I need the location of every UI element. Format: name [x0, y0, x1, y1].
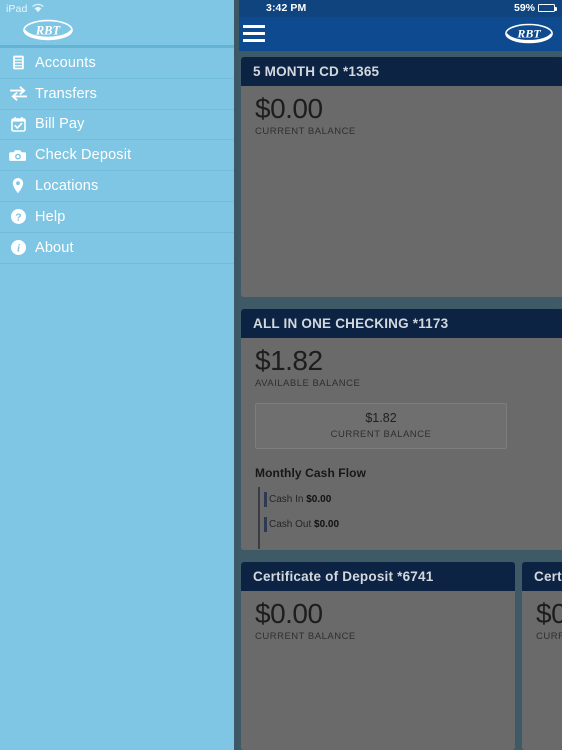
sidebar-item-help[interactable]: ? Help [0, 201, 234, 233]
account-card-certificate-of-deposit[interactable]: Certificate of Deposit *6741 $0.00 CURRE… [241, 562, 515, 750]
sidebar-item-label: Help [35, 208, 66, 225]
sidebar-status-bar: iPad [0, 0, 234, 17]
card-body: $0.00 CURRENT BALANCE [241, 591, 515, 750]
account-card-all-in-one-checking[interactable]: ALL IN ONE CHECKING *1173 $1.82 AVAILABL… [241, 309, 562, 550]
card-body: $0.00 CURRENT BALANCE [241, 86, 562, 297]
card-row: Certi $0. CURREN Certificate of Deposit … [234, 556, 562, 750]
balance-label: CURRENT BALANCE [255, 126, 356, 138]
cash-in-text: Cash In $0.00 [269, 494, 331, 505]
sidebar-header: RBT [0, 17, 234, 45]
cash-flow-axis [258, 487, 260, 550]
balance-label: CURRENT BALANCE [255, 631, 356, 643]
cash-out-bar [264, 517, 267, 533]
rbt-logo-sidebar: RBT [22, 18, 74, 47]
sidebar-item-label: Accounts [35, 54, 96, 71]
device-label: iPad [6, 2, 28, 15]
sidebar-item-about[interactable]: i About [0, 232, 234, 264]
current-balance-label: CURRENT BALANCE [330, 429, 432, 441]
balance-amount: $0.00 [255, 93, 323, 124]
sidebar-item-label: Bill Pay [35, 116, 85, 133]
sidebar-item-accounts[interactable]: Accounts [0, 48, 234, 79]
balance-amount-partial: $0. [536, 598, 562, 629]
svg-text:?: ? [15, 212, 21, 224]
cash-flow-row-out: Cash Out $0.00 [264, 512, 562, 537]
sidebar-menu: Accounts Transfers Bill Pay Check Deposi… [0, 48, 234, 264]
cash-flow-heading: Monthly Cash Flow [255, 466, 367, 481]
battery-indicator: 59% [513, 2, 557, 14]
question-circle-icon: ? [6, 208, 30, 225]
svg-text:RBT: RBT [516, 27, 541, 41]
sidebar-item-locations[interactable]: Locations [0, 171, 234, 202]
sidebar-item-transfers[interactable]: Transfers [0, 78, 234, 110]
balance-label-partial: CURREN [536, 631, 562, 643]
card-body: $1.82 AVAILABLE BALANCE $1.82 CURRENT BA… [241, 338, 562, 550]
balance-amount: $0.00 [255, 598, 323, 629]
card-header: 5 MONTH CD *1365 [241, 57, 562, 86]
battery-icon [538, 4, 557, 12]
cash-out-value: $0.00 [314, 519, 340, 531]
sidebar-item-label: Check Deposit [35, 147, 132, 164]
current-balance-box: $1.82 CURRENT BALANCE [255, 403, 507, 450]
battery-percent-label: 59% [513, 2, 535, 14]
card-row: 5 MONTH CD *1365 $0.00 CURRENT BALANCE [234, 51, 562, 303]
card-row: ALL IN ONE CHECKING *1173 $1.82 AVAILABL… [234, 303, 562, 556]
info-circle-icon: i [6, 239, 30, 256]
svg-text:RBT: RBT [35, 23, 62, 37]
accounts-stack-icon [6, 54, 30, 71]
sidebar-item-label: About [35, 239, 74, 256]
cash-flow-chart: Cash In $0.00 Cash Out $0.00 [255, 487, 562, 550]
app-root: iPad RBT Accounts Transfers Bill Pay Che… [0, 0, 562, 750]
camera-icon [6, 147, 30, 164]
card-body-partial: $0. CURREN [522, 591, 562, 750]
balance-label: AVAILABLE BALANCE [255, 378, 361, 390]
wifi-icon [32, 0, 45, 18]
account-card-certificate-partial[interactable]: Certi $0. CURREN [522, 562, 562, 750]
sidebar-item-label: Transfers [35, 85, 98, 102]
app-navigation-bar: RBT [234, 17, 562, 51]
main-content-panel: 3:42 PM 59% RBT 5 MONTH CD *1365 $0.00 C… [234, 0, 562, 750]
cash-out-label: Cash Out [269, 519, 312, 531]
sidebar-item-check-deposit[interactable]: Check Deposit [0, 140, 234, 172]
card-title: ALL IN ONE CHECKING *1173 [253, 316, 449, 331]
map-pin-icon [6, 177, 30, 195]
transfers-arrows-icon [6, 85, 30, 102]
ios-status-bar: 3:42 PM 59% [234, 0, 562, 17]
rbt-logo-navbar: RBT [504, 21, 554, 51]
hamburger-menu-icon[interactable] [243, 24, 265, 43]
current-balance-amount: $1.82 [365, 411, 397, 426]
card-header: ALL IN ONE CHECKING *1173 [241, 309, 562, 338]
cash-in-bar [264, 492, 267, 508]
sidebar-item-label: Locations [35, 178, 99, 195]
calendar-check-icon [6, 116, 30, 133]
navigation-drawer: iPad RBT Accounts Transfers Bill Pay Che… [0, 0, 234, 750]
card-title-partial: Certi [534, 569, 562, 584]
balance-amount: $1.82 [255, 345, 323, 376]
cash-out-text: Cash Out $0.00 [269, 519, 339, 530]
cash-in-value: $0.00 [306, 494, 332, 506]
card-header-partial: Certi [522, 562, 562, 591]
card-header: Certificate of Deposit *6741 [241, 562, 515, 591]
card-title: Certificate of Deposit *6741 [253, 569, 434, 584]
status-time: 3:42 PM [266, 2, 307, 14]
card-title: 5 MONTH CD *1365 [253, 64, 380, 79]
cash-in-label: Cash In [269, 494, 304, 506]
account-card-5-month-cd[interactable]: 5 MONTH CD *1365 $0.00 CURRENT BALANCE [241, 57, 562, 297]
cash-flow-row-in: Cash In $0.00 [264, 487, 562, 512]
drawer-edge-strip [234, 0, 239, 750]
sidebar-item-bill-pay[interactable]: Bill Pay [0, 109, 234, 141]
accounts-card-scroll-area[interactable]: 5 MONTH CD *1365 $0.00 CURRENT BALANCE A… [234, 51, 562, 750]
